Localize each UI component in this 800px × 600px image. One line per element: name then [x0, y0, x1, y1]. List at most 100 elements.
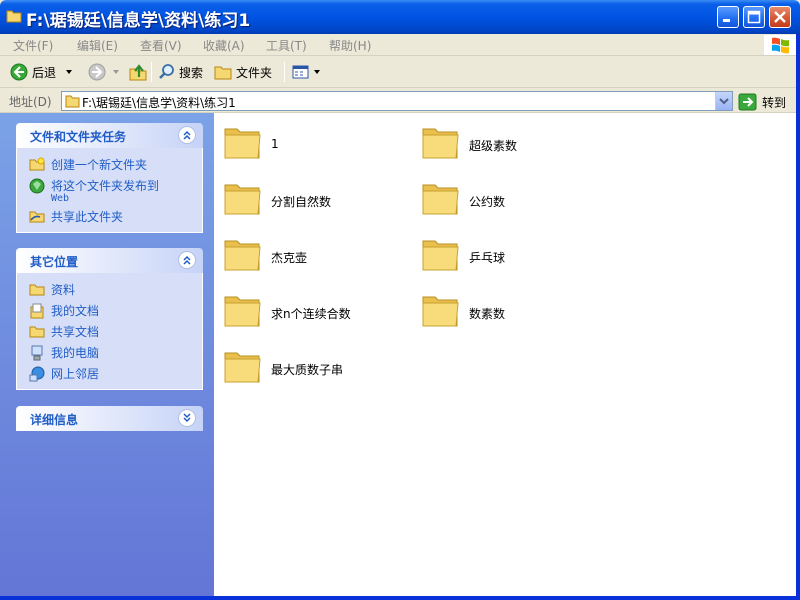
task-publish-web[interactable]: 将这个文件夹发布到 Web [29, 177, 202, 204]
file-tasks-title: 文件和文件夹任务 [30, 130, 127, 144]
views-icon [292, 65, 309, 79]
go-button[interactable]: 转到 [738, 92, 786, 112]
place-shared-documents[interactable]: 共享文档 [29, 323, 202, 340]
details-title: 详细信息 [30, 413, 79, 427]
folder-item[interactable]: 杰克壶 [223, 235, 413, 279]
close-icon [774, 11, 786, 23]
menu-tools[interactable]: 工具(T) [266, 37, 307, 54]
address-dropdown-button[interactable] [715, 92, 732, 110]
place-network[interactable]: 网上邻居 [29, 365, 202, 382]
forward-button[interactable] [88, 60, 122, 84]
minimize-button[interactable] [717, 6, 739, 28]
task-share-folder-label: 共享此文件夹 [51, 210, 124, 224]
folder-item[interactable]: 最大质数子串 [223, 347, 413, 391]
explorer-window: F:\琚锡廷\信息学\资料\练习1 文件(F) 编辑(E) 查看(V) 收藏(A… [0, 0, 800, 600]
folder-label: 1 [271, 137, 279, 151]
file-tasks-header[interactable]: 文件和文件夹任务 [16, 123, 203, 148]
address-value: F:\琚锡廷\信息学\资料\练习1 [82, 96, 236, 110]
menu-file[interactable]: 文件(F) [13, 37, 53, 54]
chevron-down-icon[interactable] [110, 67, 122, 77]
up-folder-button[interactable] [129, 60, 147, 84]
toolbar-separator [284, 62, 285, 82]
folder-item[interactable]: 乒乓球 [421, 235, 611, 279]
folder-icon [224, 352, 261, 383]
title-bar[interactable]: F:\琚锡廷\信息学\资料\练习1 [0, 0, 800, 34]
other-places-body: 资料 我的文档 共享文档 我的电脑 网上邻居 [16, 273, 203, 390]
back-button[interactable]: 后退 [10, 60, 76, 84]
folders-button[interactable]: 文件夹 [214, 60, 272, 84]
up-folder-icon [129, 64, 147, 81]
views-button[interactable] [292, 60, 322, 84]
chevron-down-icon[interactable] [62, 67, 76, 77]
chevron-up-icon [183, 130, 191, 140]
address-label: 地址(D) [9, 95, 52, 109]
folder-icon [224, 296, 261, 327]
go-arrow-icon [738, 93, 757, 111]
address-input[interactable]: F:\琚锡廷\信息学\资料\练习1 [61, 91, 733, 111]
folder-label: 超级素数 [469, 139, 518, 153]
network-icon [29, 366, 45, 382]
window-frame [0, 596, 800, 600]
folder-icon [422, 240, 459, 271]
folder-label: 求n个连续合数 [271, 307, 351, 321]
folder-item[interactable]: 超级素数 [421, 123, 611, 167]
menu-favorites[interactable]: 收藏(A) [203, 37, 245, 54]
folder-label: 乒乓球 [469, 251, 506, 265]
folder-label: 最大质数子串 [271, 363, 344, 377]
task-publish-web-sublabel: Web [51, 193, 70, 204]
folder-icon [224, 128, 261, 159]
folder-item[interactable]: 分割自然数 [223, 179, 413, 223]
place-ziliao-label: 资料 [51, 283, 76, 297]
maximize-icon [747, 10, 761, 24]
back-arrow-icon [10, 63, 28, 81]
place-my-computer-label: 我的电脑 [51, 346, 100, 360]
folder-label: 分割自然数 [271, 195, 332, 209]
place-my-documents[interactable]: 我的文档 [29, 302, 202, 319]
folder-icon [224, 184, 261, 215]
toolbar-separator [151, 62, 152, 82]
folder-item[interactable]: 1 [223, 123, 413, 167]
menu-edit[interactable]: 编辑(E) [77, 37, 118, 54]
expand-button[interactable] [178, 409, 196, 427]
folder-icon [422, 296, 459, 327]
maximize-button[interactable] [743, 6, 765, 28]
task-publish-web-label: 将这个文件夹发布到 [51, 179, 160, 193]
menu-view[interactable]: 查看(V) [140, 37, 182, 54]
close-button[interactable] [769, 6, 791, 28]
search-button[interactable]: 搜索 [158, 60, 203, 84]
folder-view[interactable]: 1 超级素数 分割自然数 公约数 杰克壶 乒乓球 求n个连续合数 数素数 最大质… [214, 113, 796, 596]
chevron-up-icon [183, 255, 191, 265]
folder-item[interactable]: 求n个连续合数 [223, 291, 413, 335]
folder-icon [6, 10, 22, 23]
folder-icon [65, 95, 80, 108]
search-icon [159, 64, 174, 79]
collapse-button[interactable] [178, 251, 196, 269]
task-share-folder[interactable]: 共享此文件夹 [29, 208, 202, 225]
folder-item[interactable]: 数素数 [421, 291, 611, 335]
details-header[interactable]: 详细信息 [16, 406, 203, 431]
folder-item[interactable]: 公约数 [421, 179, 611, 223]
task-new-folder-label: 创建一个新文件夹 [51, 158, 148, 172]
place-ziliao[interactable]: 资料 [29, 281, 202, 298]
folder-icon [224, 240, 261, 271]
place-my-computer[interactable]: 我的电脑 [29, 344, 202, 361]
collapse-button[interactable] [178, 126, 196, 144]
chevron-down-icon [183, 413, 191, 423]
place-shared-documents-label: 共享文档 [51, 325, 100, 339]
globe-icon [29, 178, 45, 194]
menu-help[interactable]: 帮助(H) [329, 37, 371, 54]
folder-label: 数素数 [469, 307, 506, 321]
chevron-down-icon [719, 98, 729, 105]
details-panel: 详细信息 [16, 406, 203, 431]
my-documents-icon [30, 303, 44, 319]
folder-icon [29, 326, 45, 338]
new-folder-icon [29, 157, 45, 171]
task-pane: 文件和文件夹任务 创建一个新文件夹 将这个文件夹发布到 Web 共享此文件夹 其… [0, 113, 214, 600]
task-new-folder[interactable]: 创建一个新文件夹 [29, 156, 202, 173]
search-label: 搜索 [179, 65, 204, 80]
forward-arrow-icon [88, 63, 106, 81]
other-places-header[interactable]: 其它位置 [16, 248, 203, 273]
file-tasks-body: 创建一个新文件夹 将这个文件夹发布到 Web 共享此文件夹 [16, 148, 203, 233]
other-places-title: 其它位置 [30, 255, 79, 269]
menu-bar: 文件(F) 编辑(E) 查看(V) 收藏(A) 工具(T) 帮助(H) [0, 34, 800, 56]
